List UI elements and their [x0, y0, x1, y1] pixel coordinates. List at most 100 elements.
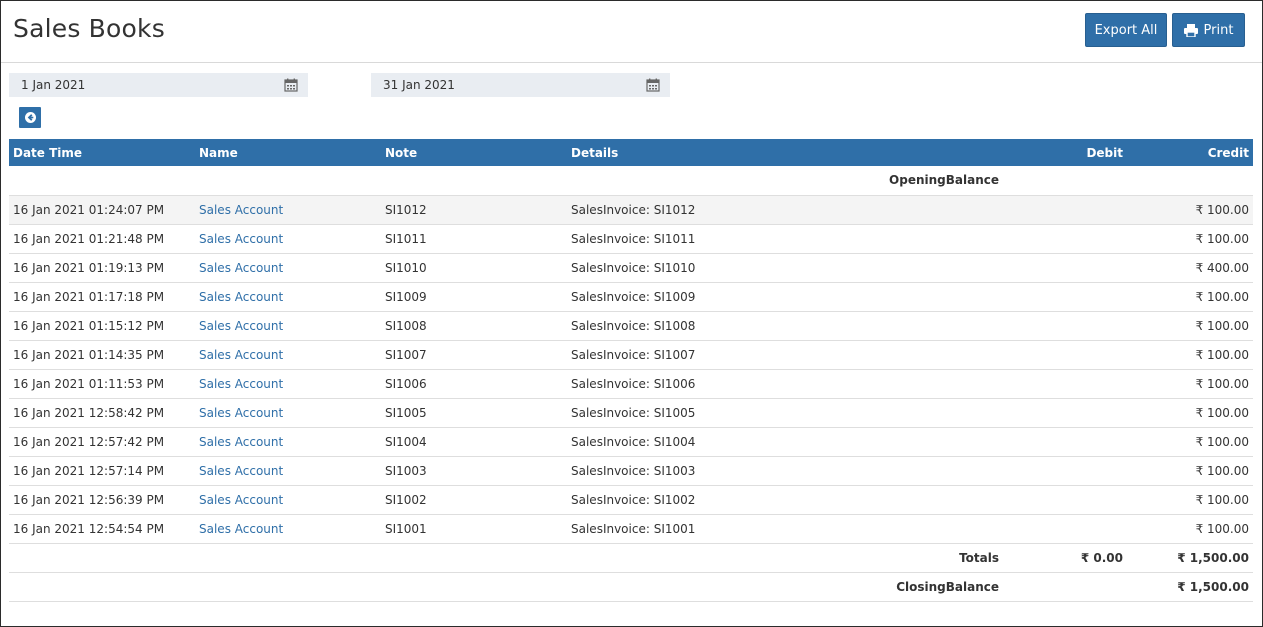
note-cell: SI1011	[385, 231, 427, 246]
name-cell[interactable]: Sales Account	[195, 485, 381, 514]
debit-cell	[1003, 340, 1127, 369]
debit-cell	[1003, 427, 1127, 456]
debit-cell	[1003, 398, 1127, 427]
note-cell: SI1003	[385, 463, 427, 478]
credit-cell: ₹ 100.00	[1195, 376, 1249, 391]
debit-cell	[1003, 195, 1127, 224]
sales-account-link[interactable]: Sales Account	[199, 348, 283, 362]
sales-account-link[interactable]: Sales Account	[199, 232, 283, 246]
details-cell: SalesInvoice: SI1004	[571, 434, 696, 449]
details-cell: SalesInvoice: SI1001	[571, 521, 696, 536]
name-cell[interactable]: Sales Account	[195, 282, 381, 311]
details-cell: SalesInvoice: SI1005	[571, 405, 696, 420]
debit-cell	[1003, 456, 1127, 485]
table-row: 16 Jan 2021 01:15:12 PM Sales Account SI10…	[9, 311, 1253, 340]
table-row: 16 Jan 2021 01:11:53 PM Sales Account SI10…	[9, 369, 1253, 398]
table-row: 16 Jan 2021 12:57:14 PM Sales Account SI10…	[9, 456, 1253, 485]
back-button[interactable]	[19, 107, 41, 128]
sales-account-link[interactable]: Sales Account	[199, 377, 283, 391]
credit-cell: ₹ 100.00	[1195, 492, 1249, 507]
name-cell[interactable]: Sales Account	[195, 311, 381, 340]
to-date-value: 31 Jan 2021	[383, 78, 455, 92]
details-cell: SalesInvoice: SI1006	[571, 376, 696, 391]
to-date-field[interactable]: 31 Jan 2021	[371, 73, 670, 97]
details-cell: SalesInvoice: SI1007	[571, 347, 696, 362]
export-all-button[interactable]: Export All	[1085, 13, 1167, 47]
totals-label: Totals	[959, 550, 999, 565]
sales-account-link[interactable]: Sales Account	[199, 464, 283, 478]
credit-cell: ₹ 100.00	[1195, 231, 1249, 246]
credit-cell: ₹ 100.00	[1195, 202, 1249, 217]
totals-row: Totals ₹ 0.00 ₹ 1,500.00	[9, 543, 1253, 572]
note-cell: SI1012	[385, 202, 427, 217]
sales-account-link[interactable]: Sales Account	[199, 203, 283, 217]
sales-account-link[interactable]: Sales Account	[199, 435, 283, 449]
from-date-field[interactable]: 1 Jan 2021	[9, 73, 308, 97]
calendar-icon[interactable]	[646, 78, 660, 92]
name-cell[interactable]: Sales Account	[195, 398, 381, 427]
credit-cell: ₹ 400.00	[1195, 260, 1249, 275]
page-header: Sales Books Export All Print	[1, 1, 1262, 63]
sales-account-link[interactable]: Sales Account	[199, 319, 283, 333]
details-cell: SalesInvoice: SI1003	[571, 463, 696, 478]
header-name[interactable]: Name	[195, 139, 381, 166]
debit-cell	[1003, 282, 1127, 311]
debit-cell	[1003, 485, 1127, 514]
debit-cell	[1003, 369, 1127, 398]
header-credit[interactable]: Credit	[1127, 139, 1253, 166]
name-cell[interactable]: Sales Account	[195, 340, 381, 369]
debit-cell	[1003, 514, 1127, 543]
details-cell: SalesInvoice: SI1009	[571, 289, 696, 304]
sales-account-link[interactable]: Sales Account	[199, 493, 283, 507]
datetime-cell: 16 Jan 2021 01:21:48 PM	[13, 231, 165, 246]
totals-credit: ₹ 1,500.00	[1177, 550, 1249, 565]
closing-balance-credit: ₹ 1,500.00	[1177, 579, 1249, 594]
header-note[interactable]: Note	[381, 139, 567, 166]
name-cell[interactable]: Sales Account	[195, 456, 381, 485]
sales-account-link[interactable]: Sales Account	[199, 406, 283, 420]
table-row: 16 Jan 2021 01:21:48 PM Sales Account SI10…	[9, 224, 1253, 253]
credit-cell: ₹ 100.00	[1195, 521, 1249, 536]
page-title: Sales Books	[13, 14, 165, 43]
details-cell: SalesInvoice: SI1010	[571, 260, 696, 275]
sales-books-window: Sales Books Export All Print 1 Jan 2021 …	[0, 0, 1263, 627]
note-cell: SI1006	[385, 376, 427, 391]
sales-account-link[interactable]: Sales Account	[199, 522, 283, 536]
print-button[interactable]: Print	[1172, 13, 1245, 47]
note-cell: SI1005	[385, 405, 427, 420]
name-cell[interactable]: Sales Account	[195, 224, 381, 253]
name-cell[interactable]: Sales Account	[195, 369, 381, 398]
credit-cell: ₹ 100.00	[1195, 318, 1249, 333]
table-row: 16 Jan 2021 12:56:39 PM Sales Account SI10…	[9, 485, 1253, 514]
datetime-cell: 16 Jan 2021 01:17:18 PM	[13, 289, 165, 304]
header-details[interactable]: Details	[567, 139, 1003, 166]
name-cell[interactable]: Sales Account	[195, 427, 381, 456]
note-cell: SI1002	[385, 492, 427, 507]
opening-balance-row: OpeningBalance	[9, 166, 1253, 195]
debit-cell	[1003, 253, 1127, 282]
arrow-left-circle-icon	[24, 112, 36, 123]
datetime-cell: 16 Jan 2021 12:57:14 PM	[13, 463, 165, 478]
details-cell: SalesInvoice: SI1011	[571, 231, 696, 246]
note-cell: SI1004	[385, 434, 427, 449]
datetime-cell: 16 Jan 2021 12:57:42 PM	[13, 434, 165, 449]
table-header-row: Date Time Name Note Details Debit Credit	[9, 139, 1253, 166]
details-cell: SalesInvoice: SI1002	[571, 492, 696, 507]
sales-account-link[interactable]: Sales Account	[199, 290, 283, 304]
sales-account-link[interactable]: Sales Account	[199, 261, 283, 275]
name-cell[interactable]: Sales Account	[195, 195, 381, 224]
table-row: 16 Jan 2021 01:24:07 PM Sales Account SI10…	[9, 195, 1253, 224]
name-cell[interactable]: Sales Account	[195, 514, 381, 543]
print-button-label: Print	[1203, 22, 1234, 38]
datetime-cell: 16 Jan 2021 12:58:42 PM	[13, 405, 165, 420]
note-cell: SI1001	[385, 521, 427, 536]
calendar-icon[interactable]	[284, 78, 298, 92]
datetime-cell: 16 Jan 2021 12:54:54 PM	[13, 521, 165, 536]
table-row: 16 Jan 2021 01:14:35 PM Sales Account SI10…	[9, 340, 1253, 369]
header-datetime[interactable]: Date Time	[9, 139, 195, 166]
table-row: 16 Jan 2021 01:19:13 PM Sales Account SI10…	[9, 253, 1253, 282]
datetime-cell: 16 Jan 2021 01:24:07 PM	[13, 202, 165, 217]
name-cell[interactable]: Sales Account	[195, 253, 381, 282]
header-debit[interactable]: Debit	[1003, 139, 1127, 166]
datetime-cell: 16 Jan 2021 12:56:39 PM	[13, 492, 165, 507]
